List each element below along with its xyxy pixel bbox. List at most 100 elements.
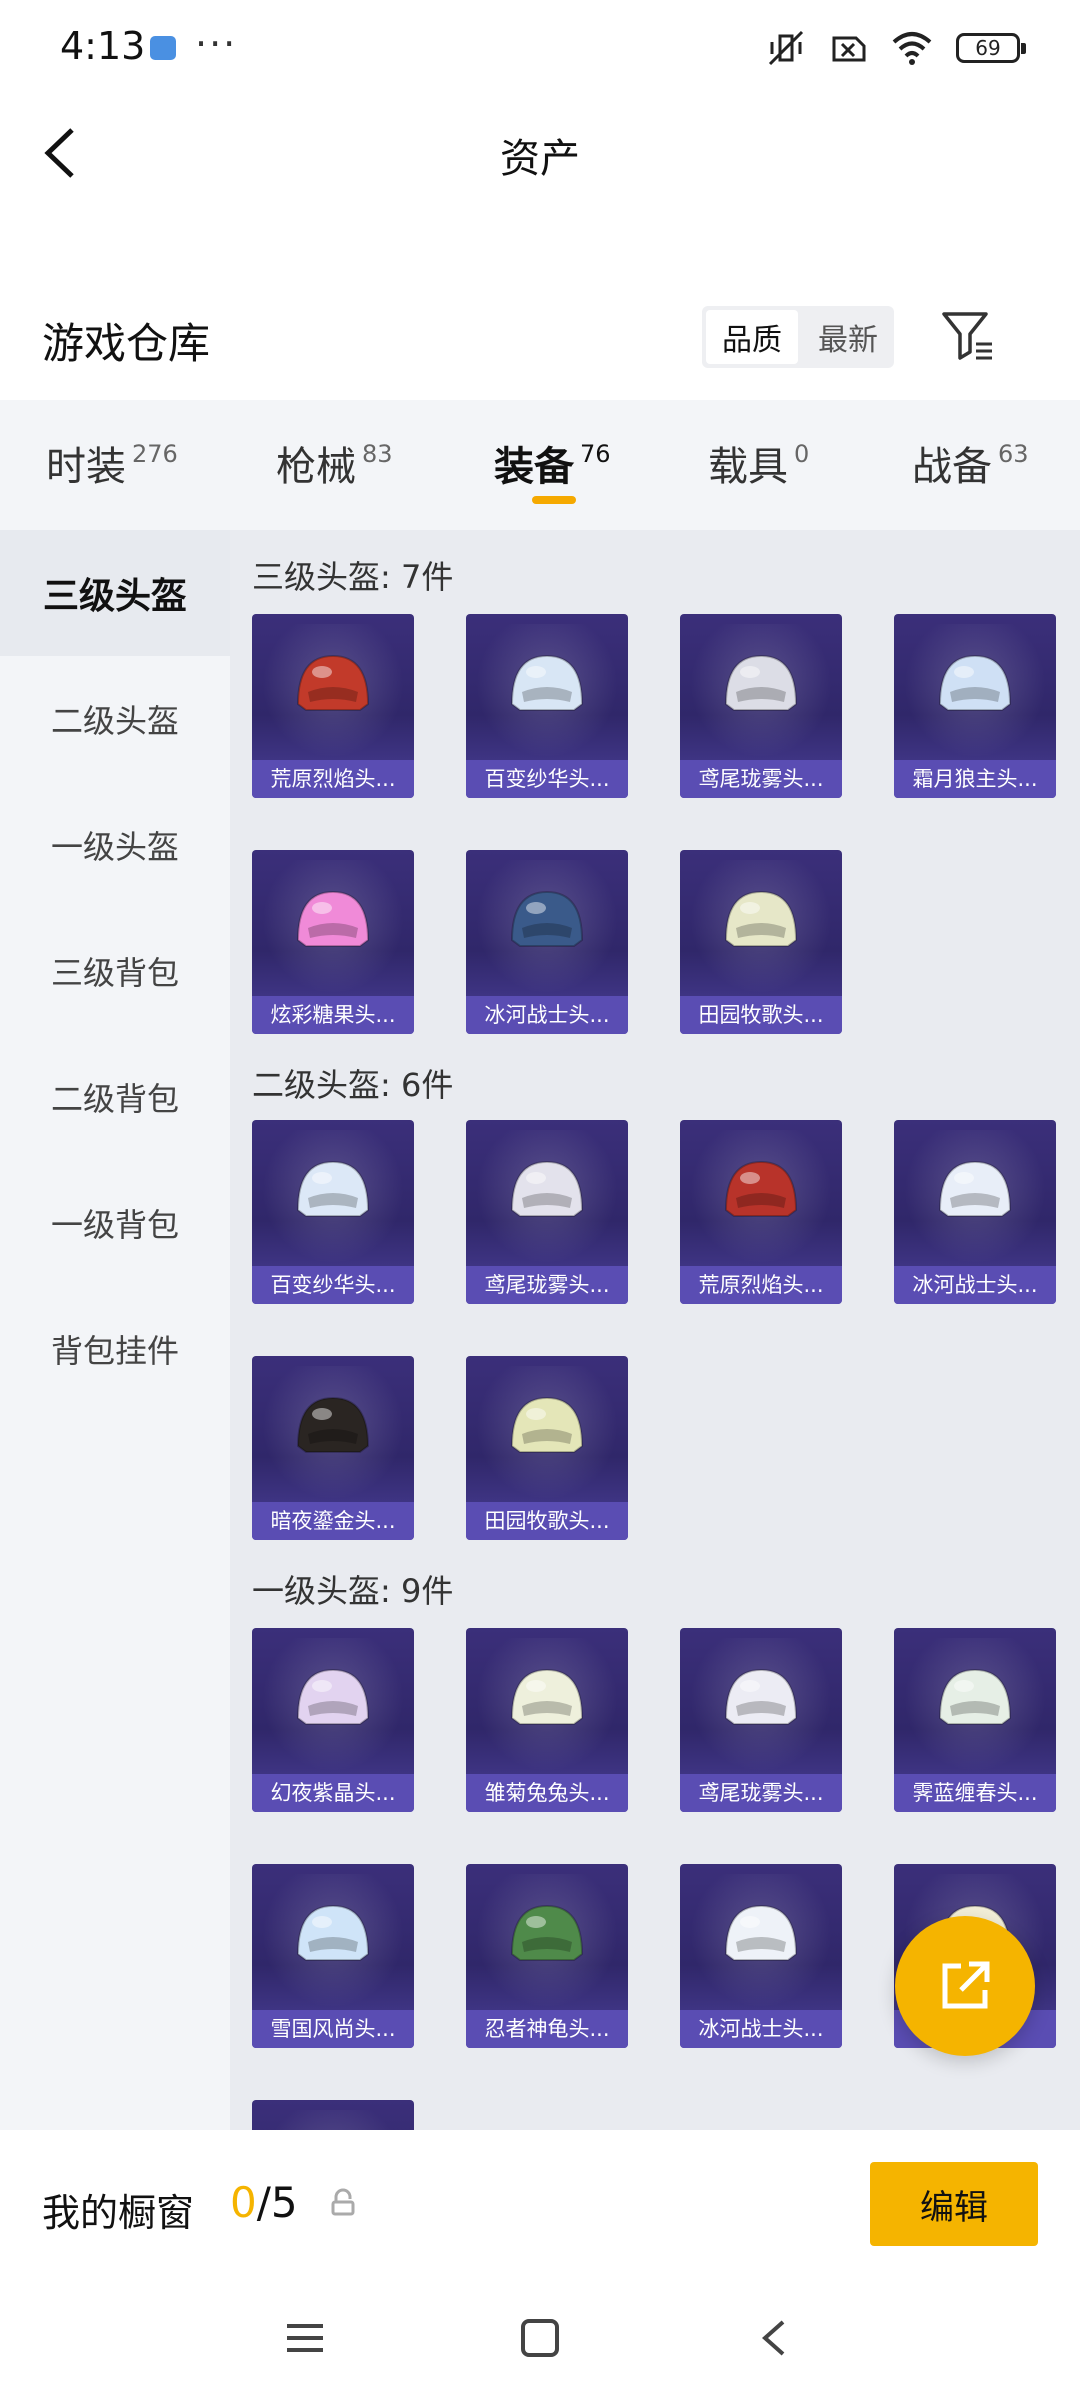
item-card[interactable]: 幻夜紫晶头... (252, 1628, 414, 1812)
section-header: 游戏仓库 品质 最新 (0, 290, 1080, 390)
sort-latest-button[interactable]: 最新 (802, 306, 894, 368)
sidebar-item-level1-helmet[interactable]: 一级头盔 (0, 782, 230, 908)
item-card[interactable]: 田园牧歌头... (680, 850, 842, 1034)
tab-count: 276 (132, 440, 178, 468)
helmet-icon (938, 1668, 1012, 1725)
item-name: 荒原烈焰头... (252, 760, 414, 798)
item-card[interactable]: 忍者神龟头... (466, 1864, 628, 2048)
header: 资产 (0, 100, 1080, 210)
edit-button[interactable]: 编辑 (870, 2162, 1038, 2246)
helmet-icon (296, 1668, 370, 1725)
tab-count: 83 (362, 440, 393, 468)
item-card[interactable]: 百变纱华头... (252, 1120, 414, 1304)
tab-vehicles[interactable]: 载具 0 (708, 434, 809, 492)
helmet-icon (510, 654, 584, 711)
wifi-icon (892, 32, 932, 65)
share-fab-button[interactable] (895, 1916, 1035, 2056)
item-name: 冰河战士头... (680, 2010, 842, 2048)
item-name: 冰河战士头... (466, 996, 628, 1034)
helmet-icon (724, 1668, 798, 1725)
item-name: 幻夜紫晶头... (252, 1774, 414, 1812)
item-name: 鸢尾珑雾头... (680, 1774, 842, 1812)
tab-label: 载具 (708, 444, 788, 490)
item-card[interactable]: 冰河战士头... (466, 850, 628, 1034)
helmet-icon (296, 1160, 370, 1217)
showcase-bar: 我的橱窗 0/5 编辑 (0, 2130, 1080, 2280)
section-title: 游戏仓库 (42, 319, 211, 368)
item-card[interactable]: 田园牧歌头... (466, 1356, 628, 1540)
showcase-count: 0/5 (230, 2178, 298, 2227)
tab-count: 63 (998, 440, 1029, 468)
item-card[interactable]: 冰河战士头... (680, 1864, 842, 2048)
item-name: 忍者神龟头... (466, 2010, 628, 2048)
battery-icon: 69 (956, 33, 1026, 63)
battery-level: 69 (975, 36, 1001, 60)
helmet-icon (938, 654, 1012, 711)
category-tabs: 时装 276 枪械 83 装备 76 载具 0 战备 63 (0, 400, 1080, 530)
sidebar: 三级头盔 二级头盔 一级头盔 三级背包 二级背包 一级背包 背包挂件 (0, 530, 230, 2130)
item-card[interactable]: 雪国风尚头... (252, 1864, 414, 2048)
status-time: 4:13 (60, 24, 146, 68)
tab-count: 0 (794, 440, 810, 468)
helmet-icon (296, 890, 370, 947)
filter-icon (942, 312, 992, 360)
tab-fashion[interactable]: 时装 276 (46, 434, 178, 492)
home-icon[interactable] (520, 2318, 560, 2358)
lock-icon (331, 2188, 355, 2216)
item-card[interactable]: 百变纱华头... (466, 614, 628, 798)
item-card[interactable]: 鸢尾珑雾头... (466, 1120, 628, 1304)
tab-guns[interactable]: 枪械 83 (276, 434, 393, 492)
helmet-icon (724, 654, 798, 711)
sidebar-item-level3-backpack[interactable]: 三级背包 (0, 908, 230, 1034)
sort-toggle: 品质 最新 (702, 306, 894, 368)
item-name: 百变纱华头... (252, 1266, 414, 1304)
item-name: 雏菊兔兔头... (466, 1774, 628, 1812)
item-card[interactable] (252, 2100, 414, 2130)
item-card[interactable]: 暗夜鎏金头... (252, 1356, 414, 1540)
filter-button[interactable] (938, 306, 998, 366)
vibrate-mute-icon (768, 30, 804, 66)
item-card[interactable]: 雏菊兔兔头... (466, 1628, 628, 1812)
sidebar-item-level3-helmet[interactable]: 三级头盔 (0, 530, 230, 656)
helmet-icon (938, 1160, 1012, 1217)
tab-label: 枪械 (276, 444, 356, 490)
showcase-current: 0 (230, 2178, 257, 2227)
item-card[interactable]: 荒原烈焰头... (680, 1120, 842, 1304)
tab-count: 76 (580, 440, 611, 468)
sidebar-item-level1-backpack[interactable]: 一级背包 (0, 1160, 230, 1286)
item-card[interactable]: 鸢尾珑雾头... (680, 614, 842, 798)
nav-back-icon[interactable] (755, 2318, 795, 2358)
sidebar-item-level2-backpack[interactable]: 二级背包 (0, 1034, 230, 1160)
sidebar-item-level2-helmet[interactable]: 二级头盔 (0, 656, 230, 782)
item-name: 霁蓝缠春头... (894, 1774, 1056, 1812)
item-name: 雪国风尚头... (252, 2010, 414, 2048)
sort-quality-button[interactable]: 品质 (706, 310, 798, 364)
showcase-label: 我的橱窗 (42, 2191, 195, 2235)
group-title-level1-helmet: 一级头盔: 9件 (252, 1572, 454, 1610)
item-card[interactable]: 霜月狼主头... (894, 614, 1056, 798)
item-card[interactable]: 炫彩糖果头... (252, 850, 414, 1034)
group-title-level3-helmet: 三级头盔: 7件 (252, 558, 454, 596)
item-card[interactable]: 鸢尾珑雾头... (680, 1628, 842, 1812)
helmet-icon (296, 1904, 370, 1961)
item-card[interactable]: 冰河战士头... (894, 1120, 1056, 1304)
helmet-icon (296, 1396, 370, 1453)
item-name: 霜月狼主头... (894, 760, 1056, 798)
item-name: 冰河战士头... (894, 1266, 1056, 1304)
helmet-icon (724, 1160, 798, 1217)
item-name: 百变纱华头... (466, 760, 628, 798)
helmet-icon (724, 890, 798, 947)
menu-icon[interactable] (285, 2318, 325, 2358)
helmet-icon (510, 1396, 584, 1453)
page-title: 资产 (500, 136, 580, 182)
item-name: 田园牧歌头... (466, 1502, 628, 1540)
sidebar-item-backpack-charm[interactable]: 背包挂件 (0, 1286, 230, 1412)
item-card[interactable]: 荒原烈焰头... (252, 614, 414, 798)
item-card[interactable]: 霁蓝缠春头... (894, 1628, 1056, 1812)
helmet-icon (510, 890, 584, 947)
tab-equipment[interactable]: 装备 76 (494, 434, 611, 492)
active-tab-indicator (532, 496, 576, 504)
tab-supplies[interactable]: 战备 63 (912, 434, 1029, 492)
item-name: 暗夜鎏金头... (252, 1502, 414, 1540)
item-name: 荒原烈焰头... (680, 1266, 842, 1304)
